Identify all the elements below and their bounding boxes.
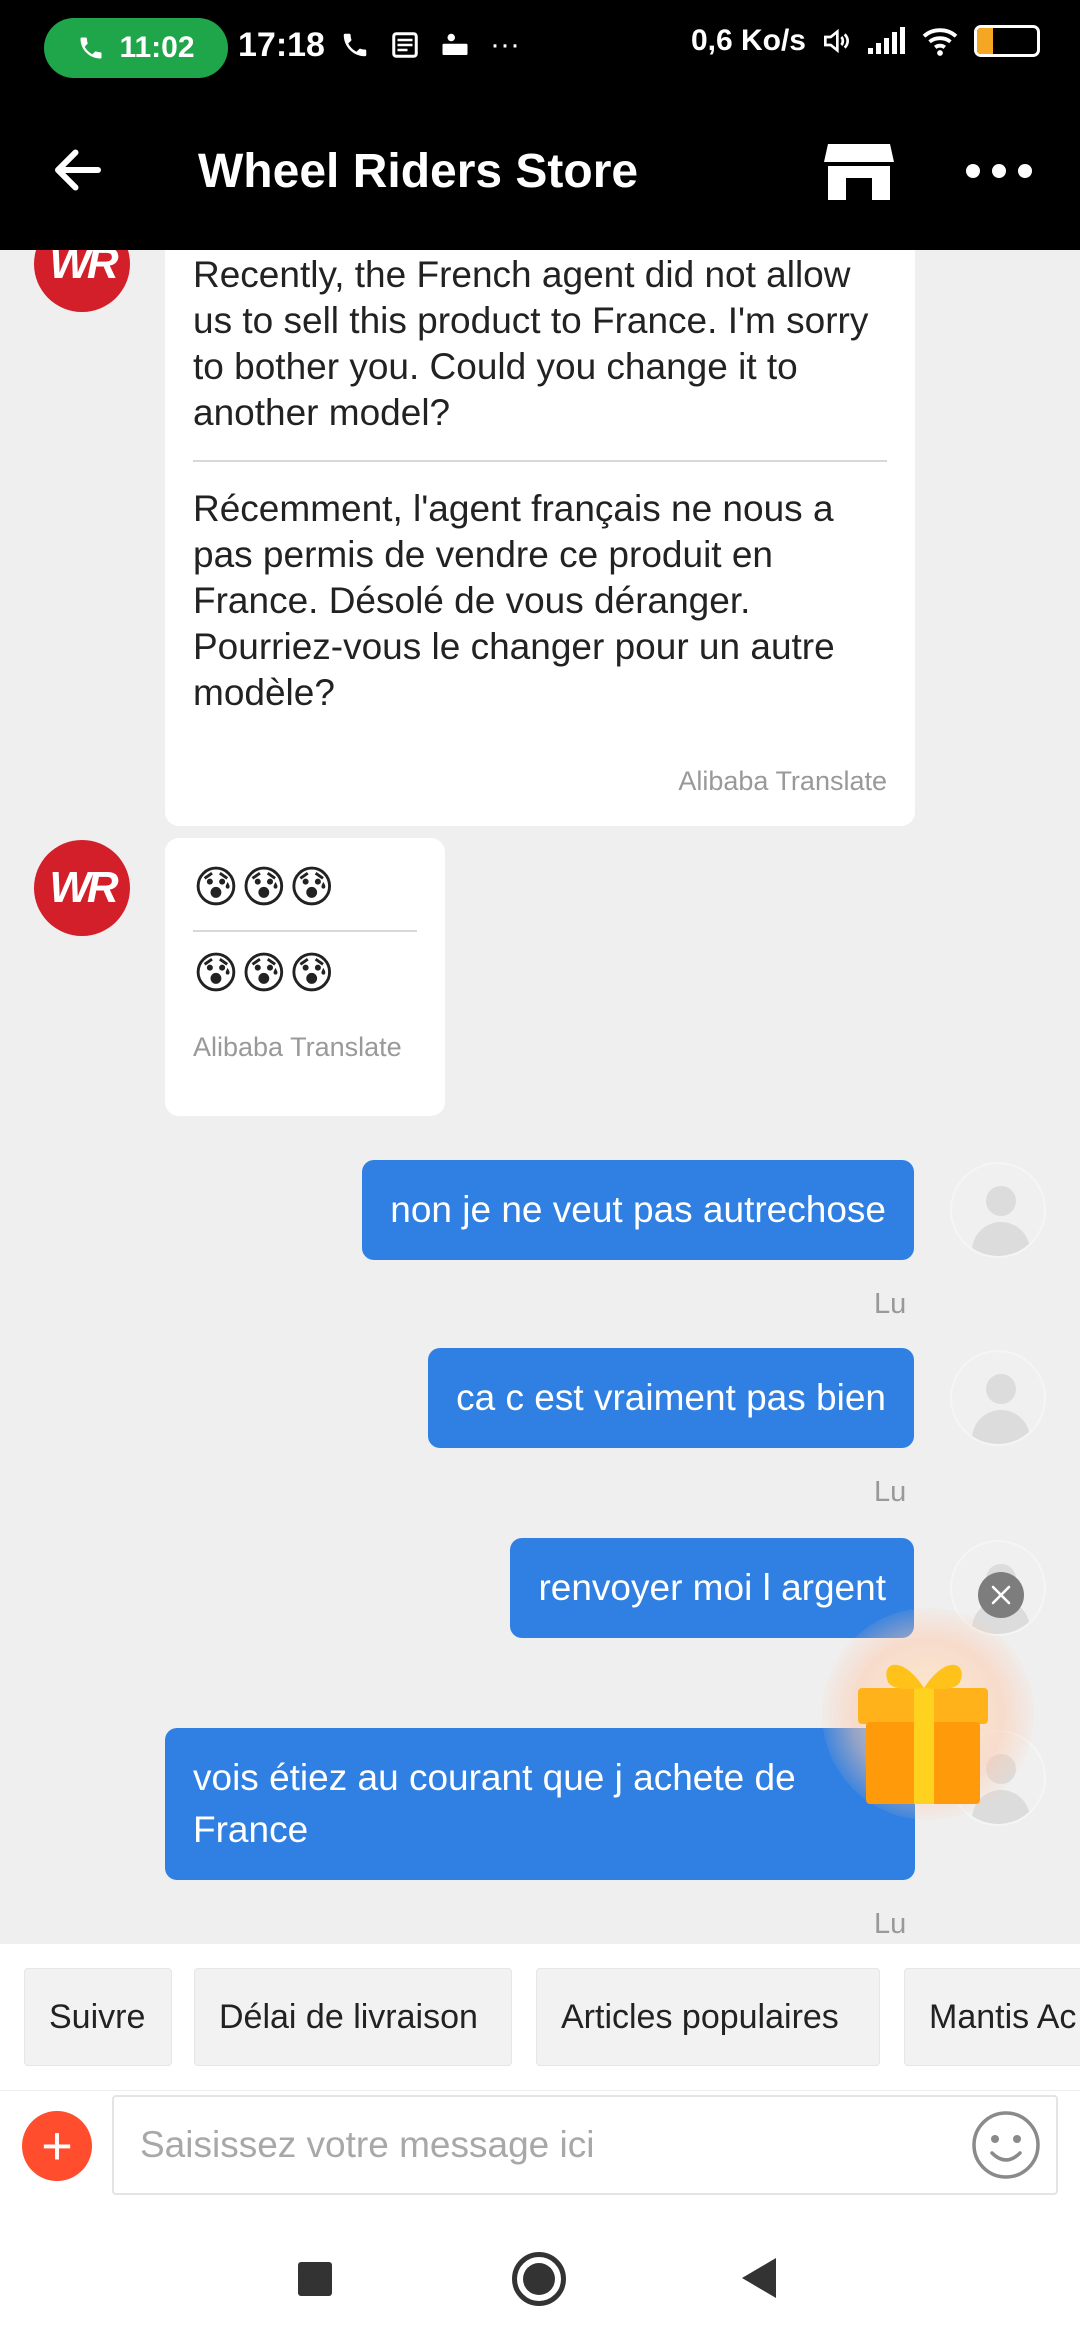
more-dots-icon: [966, 164, 980, 178]
signal-icon: [868, 27, 905, 54]
my-avatar[interactable]: [950, 1162, 1046, 1258]
system-nav-bar: [0, 2212, 1080, 2340]
more-dots-icon: [992, 164, 1006, 178]
avatar-body: [972, 1410, 1030, 1444]
arrow-left-icon: [55, 149, 101, 191]
incoming-message[interactable]: 😰😰😰 😰😰😰 Alibaba Translate: [165, 838, 445, 1116]
translation-divider: [193, 930, 417, 932]
back-button[interactable]: [48, 140, 108, 200]
more-button[interactable]: [966, 156, 1036, 186]
store-avatar[interactable]: WR: [34, 250, 130, 312]
quick-replies: Suivre Délai de livraison Articles popul…: [0, 1944, 1080, 2090]
battery-level: [977, 28, 994, 54]
close-icon: [991, 1585, 1011, 1605]
incoming-message[interactable]: Recently, the French agent did not allow…: [165, 250, 915, 826]
ongoing-call-pill[interactable]: 11:02: [44, 18, 228, 78]
gift-close-button[interactable]: [978, 1572, 1024, 1618]
system-status: 0,6 Ko/s 27: [691, 24, 1040, 58]
recents-nav-icon[interactable]: [298, 2262, 332, 2296]
store-button[interactable]: [824, 140, 894, 204]
clock: 17:18: [238, 26, 325, 64]
more-notifications-icon: ···: [490, 28, 520, 61]
back-nav-icon[interactable]: [742, 2258, 776, 2298]
gift-icon: [858, 1664, 988, 1804]
phone-icon: [80, 37, 102, 59]
status-bar: 11:02 17:18 ··· 0,6 Ko/s 27: [0, 0, 1080, 96]
quick-reply-delivery-time[interactable]: Délai de livraison: [194, 1968, 512, 2066]
home-nav-inner: [523, 2263, 555, 2295]
battery-percent: 27: [994, 28, 1020, 53]
delivery-icon: [442, 33, 468, 55]
read-receipt: Lu: [874, 1908, 907, 1940]
outgoing-message[interactable]: non je ne veut pas autrechose: [362, 1160, 914, 1260]
store-icon: [824, 144, 894, 200]
read-receipt: Lu: [874, 1288, 907, 1320]
translation-credit: Alibaba Translate: [193, 1032, 402, 1062]
message-input[interactable]: [112, 2095, 1058, 2195]
smile-icon: [972, 2111, 1040, 2179]
page-title: Wheel Riders Store: [198, 145, 639, 198]
quick-reply-popular-items[interactable]: Articles populaires: [536, 1968, 880, 2066]
wifi-icon: [922, 28, 958, 56]
emoji-button[interactable]: [970, 2109, 1042, 2181]
home-nav-icon[interactable]: [512, 2252, 566, 2306]
store-avatar[interactable]: WR: [34, 840, 130, 936]
read-receipt: Lu: [874, 1476, 907, 1508]
network-speed: 0,6 Ko/s: [690, 24, 806, 57]
chat-screen: 11:02 17:18 ··· 0,6 Ko/s 27 Wheel Riders…: [0, 0, 1080, 2340]
call-duration: 11:02: [119, 31, 195, 64]
composer: +: [0, 2090, 1080, 2212]
more-dots-icon: [1018, 164, 1032, 178]
volume-icon: [824, 28, 849, 54]
battery-icon: 27: [974, 25, 1040, 57]
message-original-text: Recently, the French agent did not allow…: [193, 254, 869, 433]
message-translated-text: 😰😰😰: [193, 949, 337, 998]
phone-icon: [343, 33, 367, 57]
outgoing-message[interactable]: ca c est vraiment pas bien: [428, 1348, 914, 1448]
quick-reply-follow[interactable]: Suivre: [24, 1968, 172, 2066]
gift-promo-button[interactable]: [822, 1608, 1034, 1820]
avatar-head: [986, 1186, 1016, 1216]
quick-reply-more[interactable]: Mantis Ac: [904, 1968, 1080, 2066]
notification-icons: ···: [340, 28, 520, 62]
avatar-head: [986, 1374, 1016, 1404]
outgoing-message[interactable]: vois étiez au courant que j achete de Fr…: [165, 1728, 915, 1880]
header: Wheel Riders Store: [0, 96, 1080, 250]
add-attachment-button[interactable]: +: [22, 2111, 92, 2181]
message-original-text: 😰😰😰: [193, 863, 337, 912]
avatar-body: [972, 1222, 1030, 1256]
translation-credit: Alibaba Translate: [678, 766, 887, 796]
translation-divider: [193, 460, 887, 462]
message-translated-text: Récemment, l'agent français ne nous a pa…: [193, 488, 835, 713]
news-icon: [392, 32, 418, 58]
my-avatar[interactable]: [950, 1350, 1046, 1446]
